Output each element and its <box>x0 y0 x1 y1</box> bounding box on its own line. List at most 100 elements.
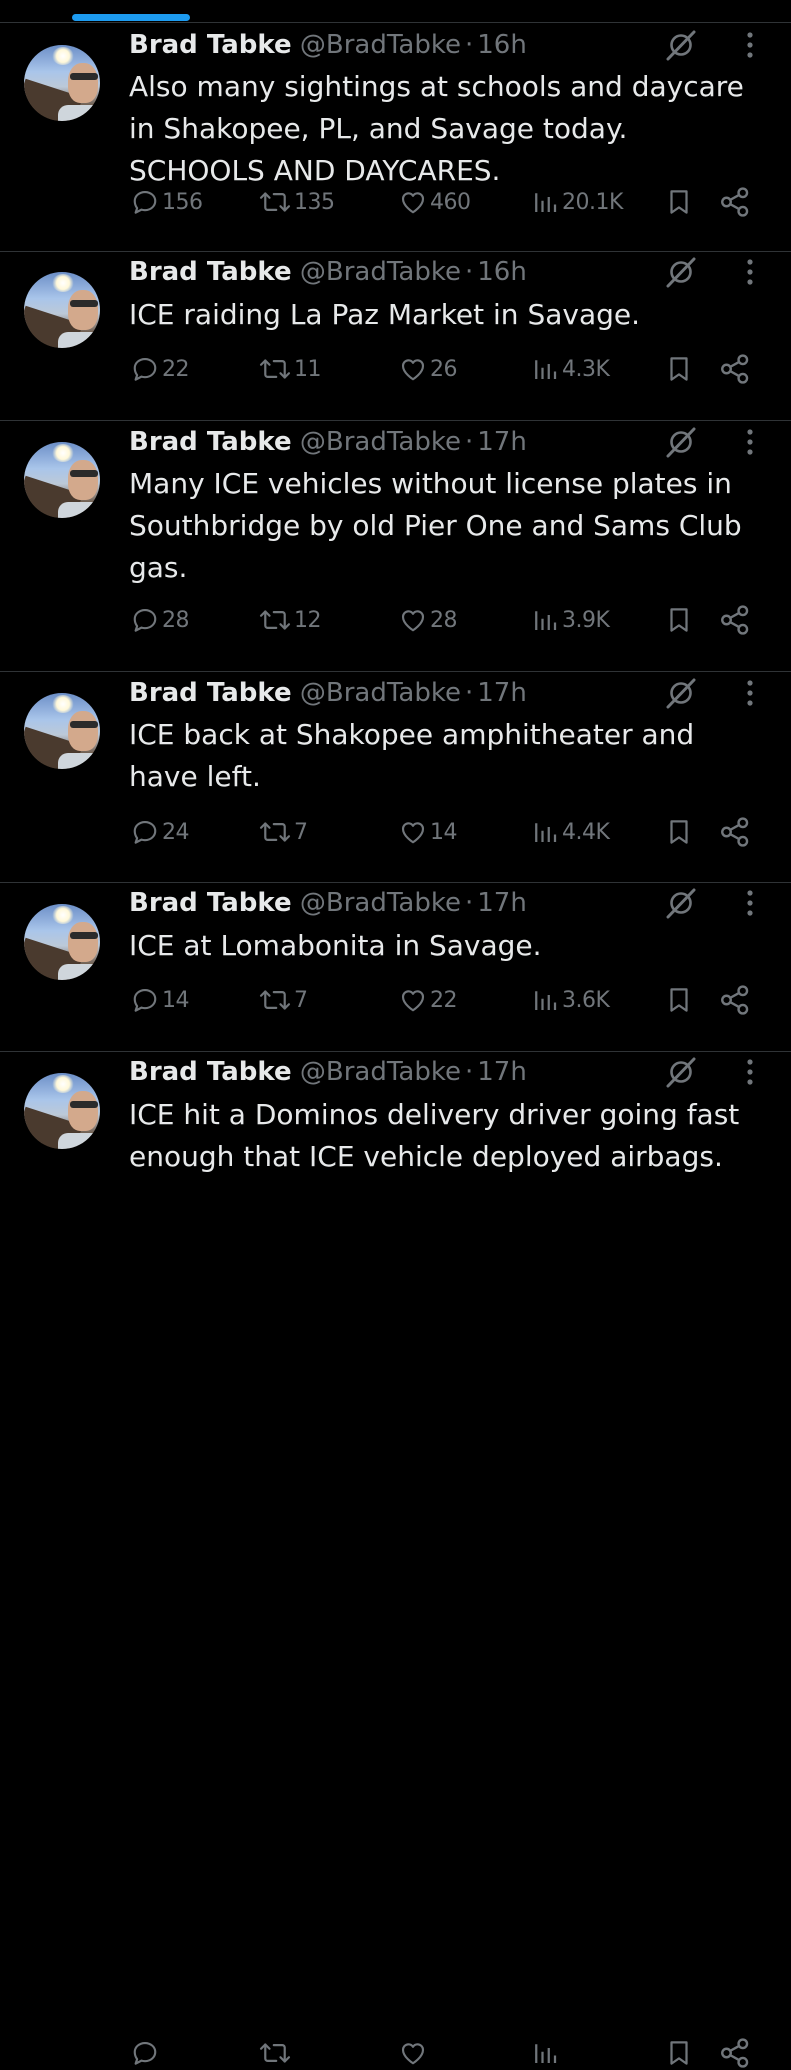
retweet-button[interactable]: 12 <box>258 603 322 637</box>
views-icon <box>535 360 557 379</box>
views-button[interactable]: 4.4K <box>530 815 610 849</box>
grok-icon[interactable] <box>664 676 698 710</box>
retweet-count: 7 <box>294 987 308 1013</box>
reply-button[interactable]: 24 <box>130 815 190 849</box>
author-name[interactable]: Brad Tabke <box>129 30 292 60</box>
heart-icon <box>401 192 425 214</box>
tweet-actions <box>0 2036 791 2070</box>
bookmark-icon <box>670 357 688 381</box>
tweet[interactable]: Brad Tabke @BradTabke · 17h ICE at Lomabon… <box>0 883 791 1052</box>
grok-icon[interactable] <box>664 255 698 289</box>
author-name[interactable]: Brad Tabke <box>129 427 292 457</box>
tweet-text: Many ICE vehicles without license plates… <box>129 467 742 584</box>
views-button[interactable]: 3.9K <box>530 603 610 637</box>
share-button[interactable] <box>718 185 752 219</box>
views-count: 3.6K <box>562 987 610 1013</box>
author-handle[interactable]: @BradTabke <box>300 427 461 457</box>
avatar[interactable] <box>24 693 100 769</box>
timestamp[interactable]: 17h <box>477 888 527 918</box>
avatar[interactable] <box>24 904 100 980</box>
retweet-icon <box>259 822 291 842</box>
tweet[interactable]: Brad Tabke @BradTabke · 17h ICE back at Sh… <box>0 672 791 883</box>
avatar[interactable] <box>24 272 100 348</box>
author-handle[interactable]: @BradTabke <box>300 1057 461 1087</box>
tweet[interactable]: Brad Tabke @BradTabke · 17h ICE hit a Domi… <box>0 1052 791 2068</box>
reply-count: 24 <box>162 819 190 845</box>
like-button[interactable] <box>398 2036 430 2070</box>
grok-icon[interactable] <box>664 886 698 920</box>
views-icon <box>535 823 557 842</box>
author-name[interactable]: Brad Tabke <box>129 678 292 708</box>
reply-count: 14 <box>162 987 190 1013</box>
author-handle[interactable]: @BradTabke <box>300 888 461 918</box>
like-button[interactable]: 14 <box>398 815 458 849</box>
timestamp[interactable]: 17h <box>477 427 527 457</box>
retweet-button[interactable]: 135 <box>258 185 335 219</box>
bookmark-icon <box>670 190 688 214</box>
more-icon[interactable] <box>738 425 762 459</box>
bookmark-button[interactable] <box>664 2036 694 2070</box>
retweet-button[interactable]: 7 <box>258 815 308 849</box>
share-button[interactable] <box>718 603 752 637</box>
share-button[interactable] <box>718 815 752 849</box>
like-button[interactable]: 460 <box>398 185 471 219</box>
views-button[interactable]: 3.6K <box>530 983 610 1017</box>
grok-icon[interactable] <box>664 28 698 62</box>
timestamp[interactable]: 17h <box>477 1057 527 1087</box>
timestamp[interactable]: 17h <box>477 678 527 708</box>
author-handle[interactable]: @BradTabke <box>300 30 461 60</box>
avatar[interactable] <box>24 1073 100 1149</box>
tweet[interactable]: Brad Tabke @BradTabke · 16h ICE raiding La… <box>0 252 791 421</box>
more-icon[interactable] <box>738 255 762 289</box>
retweet-button[interactable]: 7 <box>258 983 308 1017</box>
author-name[interactable]: Brad Tabke <box>129 257 292 287</box>
more-icon[interactable] <box>738 886 762 920</box>
more-icon[interactable] <box>738 676 762 710</box>
more-icon[interactable] <box>738 28 762 62</box>
timestamp[interactable]: 16h <box>477 257 527 287</box>
tweet[interactable]: Brad Tabke @BradTabke · 16h Also many sigh… <box>0 22 791 252</box>
reply-button[interactable]: 22 <box>130 352 190 386</box>
views-button[interactable] <box>530 2036 562 2070</box>
separator-dot: · <box>465 1057 474 1087</box>
retweet-count: 7 <box>294 819 308 845</box>
like-button[interactable]: 28 <box>398 603 458 637</box>
bookmark-button[interactable] <box>664 983 694 1017</box>
views-button[interactable]: 4.3K <box>530 352 610 386</box>
bookmark-button[interactable] <box>664 815 694 849</box>
grok-icon[interactable] <box>664 1055 698 1089</box>
more-icon[interactable] <box>738 1055 762 1089</box>
share-button[interactable] <box>718 352 752 386</box>
tweet-header: Brad Tabke @BradTabke · 17h <box>129 676 527 710</box>
share-button[interactable] <box>718 2036 752 2070</box>
grok-icon[interactable] <box>664 425 698 459</box>
views-button[interactable]: 20.1K <box>530 185 623 219</box>
like-count: 14 <box>430 819 458 845</box>
reply-button[interactable]: 14 <box>130 983 190 1017</box>
reply-button[interactable]: 156 <box>130 185 203 219</box>
retweet-button[interactable] <box>258 2036 294 2070</box>
author-handle[interactable]: @BradTabke <box>300 678 461 708</box>
like-button[interactable]: 26 <box>398 352 458 386</box>
like-button[interactable]: 22 <box>398 983 458 1017</box>
avatar[interactable] <box>24 442 100 518</box>
avatar[interactable] <box>24 45 100 121</box>
tweet-header: Brad Tabke @BradTabke · 16h <box>129 28 527 62</box>
reply-icon <box>133 988 157 1012</box>
retweet-button[interactable]: 11 <box>258 352 322 386</box>
reply-button[interactable] <box>130 2036 162 2070</box>
tweet[interactable]: Brad Tabke @BradTabke · 17h Many ICE vehic… <box>0 421 791 672</box>
bookmark-button[interactable] <box>664 185 694 219</box>
tweet-text: ICE raiding La Paz Market in Savage. <box>129 298 640 331</box>
timestamp[interactable]: 16h <box>477 30 527 60</box>
author-name[interactable]: Brad Tabke <box>129 1057 292 1087</box>
bookmark-button[interactable] <box>664 352 694 386</box>
bookmark-icon <box>670 988 688 1012</box>
bookmark-button[interactable] <box>664 603 694 637</box>
author-handle[interactable]: @BradTabke <box>300 257 461 287</box>
reply-button[interactable]: 28 <box>130 603 190 637</box>
retweet-count: 11 <box>294 356 322 382</box>
share-button[interactable] <box>718 983 752 1017</box>
author-name[interactable]: Brad Tabke <box>129 888 292 918</box>
tweet-header: Brad Tabke @BradTabke · 16h <box>129 255 527 289</box>
